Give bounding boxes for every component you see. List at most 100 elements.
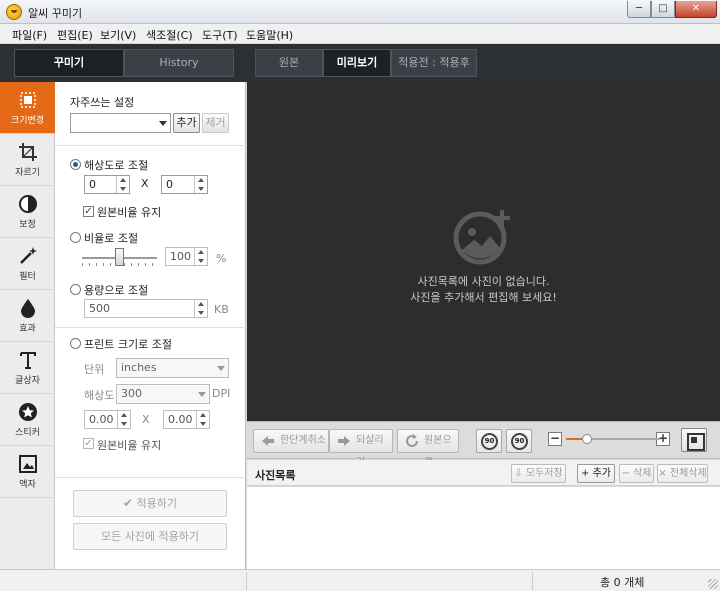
ratio-label: 비율로 조절 [84,232,139,245]
title-bar: 알씨 꾸미기 ─ □ ✕ [0,0,720,24]
tab-history[interactable]: History [124,49,234,77]
print-width-spinner[interactable]: 0.00 [84,410,131,429]
width-spinner[interactable]: 0 [84,175,130,194]
tool-frame-label: 액자 [19,480,36,490]
unit-select[interactable]: inches [116,358,229,378]
tool-textbox[interactable]: 글상자 [0,342,55,394]
tool-filter-label: 필터 [19,272,36,282]
tool-frame[interactable]: 액자 [0,446,55,498]
spinner-arrows-icon[interactable] [194,248,207,265]
print-size-radio[interactable] [70,338,81,349]
menu-help[interactable]: 도움말(H) [246,27,293,43]
remove-favorite-button[interactable]: 제거 [202,113,229,133]
spinner-arrows-icon[interactable] [194,176,207,193]
apply-all-button[interactable]: 모든 사진에 적용하기 [73,523,227,550]
tool-resize[interactable]: 크기변경 [0,82,55,134]
add-photo-button[interactable]: + 추가 [577,464,615,483]
tool-filter[interactable]: 필터 [0,238,55,290]
top-tab-strip: 꾸미기 History 원본 미리보기 적용전 : 적용후 [0,44,720,82]
add-favorite-button[interactable]: 추가 [173,113,200,133]
ratio-slider-thumb[interactable] [115,248,124,266]
spinner-arrows-icon[interactable] [194,300,207,317]
crop-icon [18,143,37,161]
menu-tools[interactable]: 도구(T) [202,27,238,43]
tool-sticker[interactable]: 스티커 [0,394,55,446]
print-width-value: 0.00 [89,413,114,426]
resolution-label: 해상도로 조절 [84,159,149,172]
photo-list-title: 사진목록 [255,469,296,482]
filesize-spinner[interactable]: 500 [84,299,208,318]
frame-icon [18,455,37,473]
status-divider [532,572,533,590]
contrast-icon [18,195,37,213]
chevron-down-icon [198,392,206,397]
delete-all-button[interactable]: × 전체삭제 [657,464,708,483]
status-bar: 총 0 개체 [0,569,720,591]
droplet-icon [20,299,35,318]
rotate-right-button[interactable]: 90 [506,429,532,453]
undo-button[interactable]: 한단계취소 [253,429,329,453]
close-button[interactable]: ✕ [675,1,717,18]
save-icon: ⇩ [514,468,523,479]
zoom-out-button[interactable]: − [548,432,562,446]
tool-effect[interactable]: 효과 [0,290,55,342]
empty-message-line1: 사진목록에 사진이 없습니다. [417,275,550,288]
tool-crop-label: 자르기 [15,168,40,178]
menu-color[interactable]: 색조절(C) [146,27,193,43]
resize-grip-icon[interactable] [708,579,718,589]
ratio-spinner[interactable]: 100 [165,247,208,266]
spinner-arrows-icon[interactable] [116,176,129,193]
keep-ratio-checkbox[interactable]: ✓ [83,206,94,217]
tool-resize-label: 크기변경 [10,116,45,126]
print-height-spinner[interactable]: 0.00 [163,410,210,429]
undo-label: 한단계취소 [280,435,326,446]
tab-preview[interactable]: 미리보기 [323,49,391,77]
maximize-button[interactable]: □ [651,1,675,18]
tool-adjust[interactable]: 보정 [0,186,55,238]
zoom-slider-track[interactable] [566,438,660,440]
height-value: 0 [166,178,173,191]
save-all-button[interactable]: ⇩ 모두저장 [511,464,566,483]
resize-icon [19,92,36,108]
ratio-radio[interactable] [70,232,81,243]
tab-edit[interactable]: 꾸미기 [14,49,124,77]
redo-button[interactable]: 되살리기 [329,429,393,468]
menu-view[interactable]: 보기(V) [100,27,136,43]
spinner-arrows-icon[interactable] [196,411,209,428]
window-title: 알씨 꾸미기 [28,7,83,20]
tool-textbox-label: 글상자 [15,376,40,386]
menu-file[interactable]: 파일(F) [12,27,47,43]
print-keep-ratio-checkbox[interactable]: ✓ [83,438,94,449]
filesize-radio[interactable] [70,284,81,295]
filesize-label: 용량으로 조절 [84,284,149,297]
tab-before-after[interactable]: 적용전 : 적용후 [391,49,477,77]
apply-button-label: 적용하기 [136,497,178,510]
check-icon: ✔ [122,496,134,510]
print-dimension-separator: X [142,413,150,426]
fit-to-screen-button[interactable] [681,428,707,452]
favorites-select[interactable] [70,113,171,133]
tool-crop[interactable]: 자르기 [0,134,55,186]
dpi-select[interactable]: 300 [116,384,210,404]
ratio-unit: % [216,252,227,265]
rotate-left-button[interactable]: 90 [476,429,502,453]
zoom-slider-thumb[interactable] [582,434,592,444]
spinner-arrows-icon[interactable] [117,411,130,428]
resolution-radio[interactable] [70,159,81,170]
text-icon [19,352,36,369]
unit-select-value: inches [121,361,157,374]
tool-sidebar: 크기변경 자르기 보정 필터 효과 글상자 스티커 액자 [0,82,55,569]
apply-button[interactable]: ✔ 적용하기 [73,490,227,517]
delete-photo-button[interactable]: − 삭제 [619,464,654,483]
tool-adjust-label: 보정 [19,220,36,230]
menu-edit[interactable]: 편집(E) [57,27,93,43]
tab-original[interactable]: 원본 [255,49,323,77]
divider [55,145,246,146]
photo-list-area[interactable] [247,487,720,569]
restore-original-button[interactable]: 원본으로 [397,429,459,468]
height-spinner[interactable]: 0 [161,175,208,194]
add-photo-icon [453,210,510,265]
rotate-left-icon: 90 [481,433,498,450]
minimize-button[interactable]: ─ [627,1,651,18]
favorites-label: 자주쓰는 설정 [70,96,135,109]
